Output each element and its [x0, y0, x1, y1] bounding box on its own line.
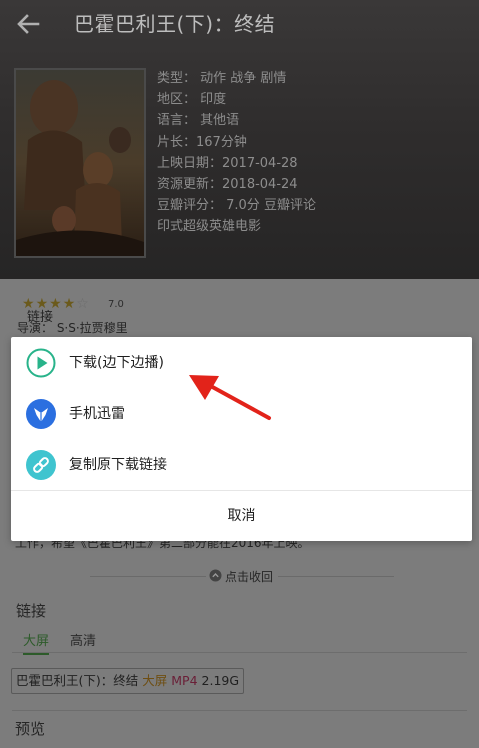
option-label: 复制原下载链接	[69, 457, 167, 473]
file-name: 巴霍巴利王(下)：终结	[16, 673, 139, 688]
preview-section-title: 预览	[15, 720, 46, 738]
section-divider	[12, 710, 467, 711]
star-half-icon: ★	[62, 296, 77, 312]
star-empty-icon: ☆	[76, 296, 90, 312]
collapse-toggle[interactable]: 点击收回	[0, 568, 479, 584]
file-quality: 大屏	[142, 673, 168, 688]
download-file-chip[interactable]: 巴霍巴利王(下)：终结 大屏 MP4 2.19G	[11, 668, 245, 694]
info-duration: 片长：167分钟	[157, 134, 247, 150]
info-tagline: 印式超级英雄电影	[157, 219, 262, 235]
info-genre: 类型： 动作 战争 剧情	[157, 71, 287, 86]
movie-poster	[14, 68, 146, 258]
file-size: 2.19G	[201, 673, 240, 688]
option-copy-link[interactable]: 复制原下载链接	[11, 439, 472, 490]
info-douban-score: 豆瓣评分： 7.0分 豆瓣评论	[157, 198, 316, 214]
file-format: MP4	[171, 673, 198, 688]
option-label: 下载(边下边播)	[69, 355, 164, 371]
back-arrow-icon[interactable]	[14, 10, 42, 38]
link-icon	[26, 450, 56, 480]
divider-line	[278, 576, 394, 577]
movie-info: 类型： 动作 战争 剧情 地区： 印度 语言： 其他语 片长：167分钟 上映日…	[157, 68, 316, 238]
info-update-date: 资源更新：2018-04-24	[157, 177, 298, 193]
links-section-title: 链接	[16, 602, 47, 620]
info-region: 地区： 印度	[157, 92, 227, 108]
tab-divider	[12, 652, 467, 653]
collapse-label: 点击收回	[225, 570, 274, 584]
director-line: 导演： S·S·拉贾穆里	[17, 321, 128, 335]
page-title: 巴霍巴利王(下)：终结	[74, 12, 276, 36]
play-circle-icon	[26, 348, 56, 378]
chevron-up-circle-icon	[209, 569, 222, 582]
download-options-dialog: 下载(边下边播) 手机迅雷 复制原下载链接 取消	[11, 337, 472, 541]
cancel-button[interactable]: 取消	[11, 491, 472, 541]
info-release-date: 上映日期：2017-04-28	[157, 155, 298, 171]
rating-value: 7.0	[108, 299, 124, 310]
info-language: 语言： 其他语	[157, 113, 240, 129]
movie-header: 巴霍巴利王(下)：终结 类型： 动作 战争 剧情 地区： 印度 语言： 其他语	[0, 0, 479, 279]
option-label: 手机迅雷	[69, 406, 125, 422]
annotation-arrow-icon	[189, 375, 271, 420]
divider-line	[90, 576, 206, 577]
xunlei-bird-icon	[26, 399, 56, 429]
tab-hd[interactable]: 高清	[70, 630, 96, 649]
